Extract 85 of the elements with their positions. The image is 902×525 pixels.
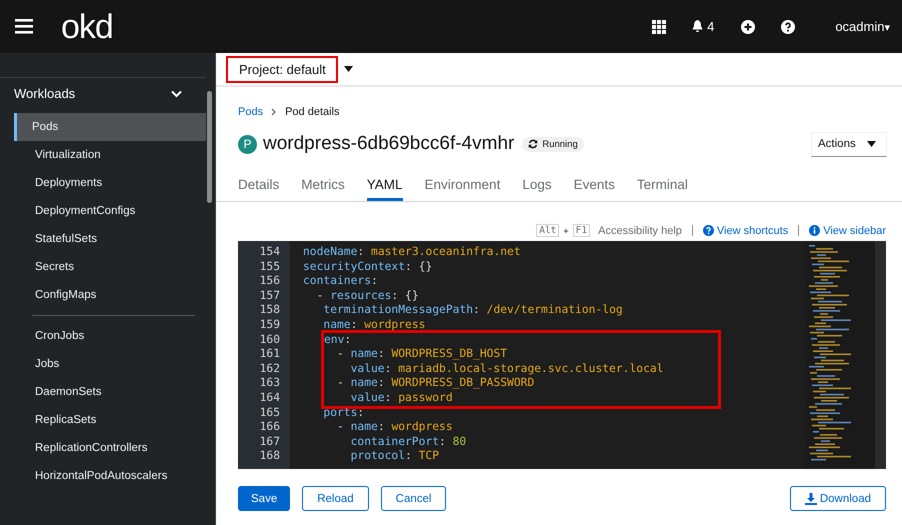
line-number: 163 (258, 376, 281, 391)
nav-item[interactable]: DeploymentConfigs (14, 197, 206, 225)
logo: okd (61, 10, 113, 44)
plus-sign: + (563, 226, 569, 236)
caret-icon (867, 141, 876, 147)
nav-item[interactable]: ConfigMaps (14, 281, 206, 309)
tab[interactable]: Details (238, 171, 280, 201)
tab[interactable]: Logs (522, 171, 552, 201)
line-number: 161 (258, 347, 281, 362)
grid-icon[interactable] (652, 20, 666, 34)
nav-item[interactable]: Jobs (14, 350, 206, 378)
status-label: Running (522, 136, 584, 152)
line-number: 164 (258, 390, 281, 406)
scrollbar-thumb[interactable] (207, 91, 212, 203)
line-number: 162 (258, 362, 281, 376)
code-line: - name: wordpress (336, 420, 454, 435)
user-menu[interactable]: ocadmin▾ (835, 19, 890, 34)
page-title: wordpress-6db69bcc6f-4vmhr (263, 133, 514, 155)
form-button[interactable]: Cancel (380, 486, 446, 511)
line-number: 166 (258, 420, 281, 435)
nav-item[interactable]: DaemonSets (14, 378, 206, 406)
notifications-button[interactable]: 4 (692, 19, 714, 34)
code-line: securityContext: {} (303, 260, 434, 274)
download-button[interactable]: Download (790, 486, 886, 511)
nav-item[interactable]: Virtualization (14, 141, 206, 169)
accessibility-help-text: Accessibility help (598, 224, 682, 236)
form-button[interactable]: Reload (302, 486, 369, 511)
line-number: 157 (258, 288, 281, 304)
code-line: name: wordpress (322, 318, 426, 333)
code-line: ports: (322, 406, 366, 420)
tab[interactable]: Environment (424, 171, 500, 201)
nav-item[interactable]: Deployments (14, 169, 206, 197)
line-number: 167 (258, 434, 281, 450)
nav-item[interactable]: Pods (14, 113, 206, 141)
tab[interactable]: YAML (366, 171, 403, 201)
nav-item[interactable]: StatefulSets (14, 225, 206, 253)
project-selector[interactable]: Project: default (226, 56, 338, 82)
help-icon[interactable] (781, 20, 796, 34)
nav-item[interactable]: ReplicationControllers (14, 434, 206, 462)
caret-icon[interactable] (344, 66, 353, 72)
menu-icon[interactable] (15, 19, 33, 34)
line-number: 155 (258, 260, 281, 274)
code-line: - name: WORDPRESS_DB_PASSWORD (336, 376, 536, 391)
download-icon (804, 492, 817, 504)
breadcrumb-link[interactable]: Pods (238, 106, 264, 118)
keyboard-key: F1 (572, 224, 590, 237)
breadcrumb-current: Pod details (285, 106, 340, 118)
chevron-icon (271, 108, 278, 116)
code-line: value: password (350, 390, 454, 406)
tab[interactable]: Metrics (301, 171, 345, 201)
resource-badge: P (238, 134, 257, 154)
line-number: 165 (258, 406, 281, 420)
keyboard-key: Alt (536, 224, 560, 237)
code-line: containerPort: 80 (350, 434, 468, 450)
add-icon[interactable] (741, 20, 756, 34)
line-number: 158 (258, 303, 281, 318)
sync-icon (528, 139, 538, 149)
line-number: 159 (258, 318, 281, 333)
info-icon (809, 225, 820, 236)
code-line: - name: WORDPRESS_DB_HOST (336, 347, 508, 362)
line-number: 168 (258, 449, 281, 464)
code-line: - resources: {} (316, 288, 420, 304)
tab[interactable]: Events (574, 171, 615, 201)
scrollbar-track[interactable] (875, 241, 886, 469)
code-line: terminationMessagePath: /dev/termination-log (322, 303, 624, 318)
line-number: 154 (258, 245, 281, 260)
form-button[interactable]: Save (238, 486, 290, 511)
help-icon (702, 225, 714, 236)
line-number: 156 (258, 274, 281, 289)
nav-item[interactable]: CronJobs (14, 322, 206, 350)
code-line: env: (324, 332, 352, 348)
line-number: 160 (258, 332, 281, 348)
actions-dropdown[interactable]: Actions (811, 132, 887, 156)
nav-item[interactable]: Secrets (14, 253, 206, 281)
chevron-icon (171, 90, 182, 98)
nav-item[interactable]: ReplicaSets (14, 406, 206, 434)
code-line: containers: (303, 274, 379, 289)
code-line: nodeName: master3.oceaninfra.net (303, 245, 522, 260)
tab[interactable]: Terminal (636, 171, 688, 201)
view-shortcuts-link[interactable]: View shortcuts (702, 224, 788, 236)
nav-item[interactable]: HorizontalPodAutoscalers (14, 462, 206, 490)
nav-section-toggle[interactable]: Workloads (0, 77, 206, 109)
view-sidebar-link[interactable]: View sidebar (809, 224, 886, 236)
code-line: value: mariadb.local-storage.svc.cluster.local (350, 362, 664, 376)
code-line: protocol: TCP (350, 449, 440, 464)
